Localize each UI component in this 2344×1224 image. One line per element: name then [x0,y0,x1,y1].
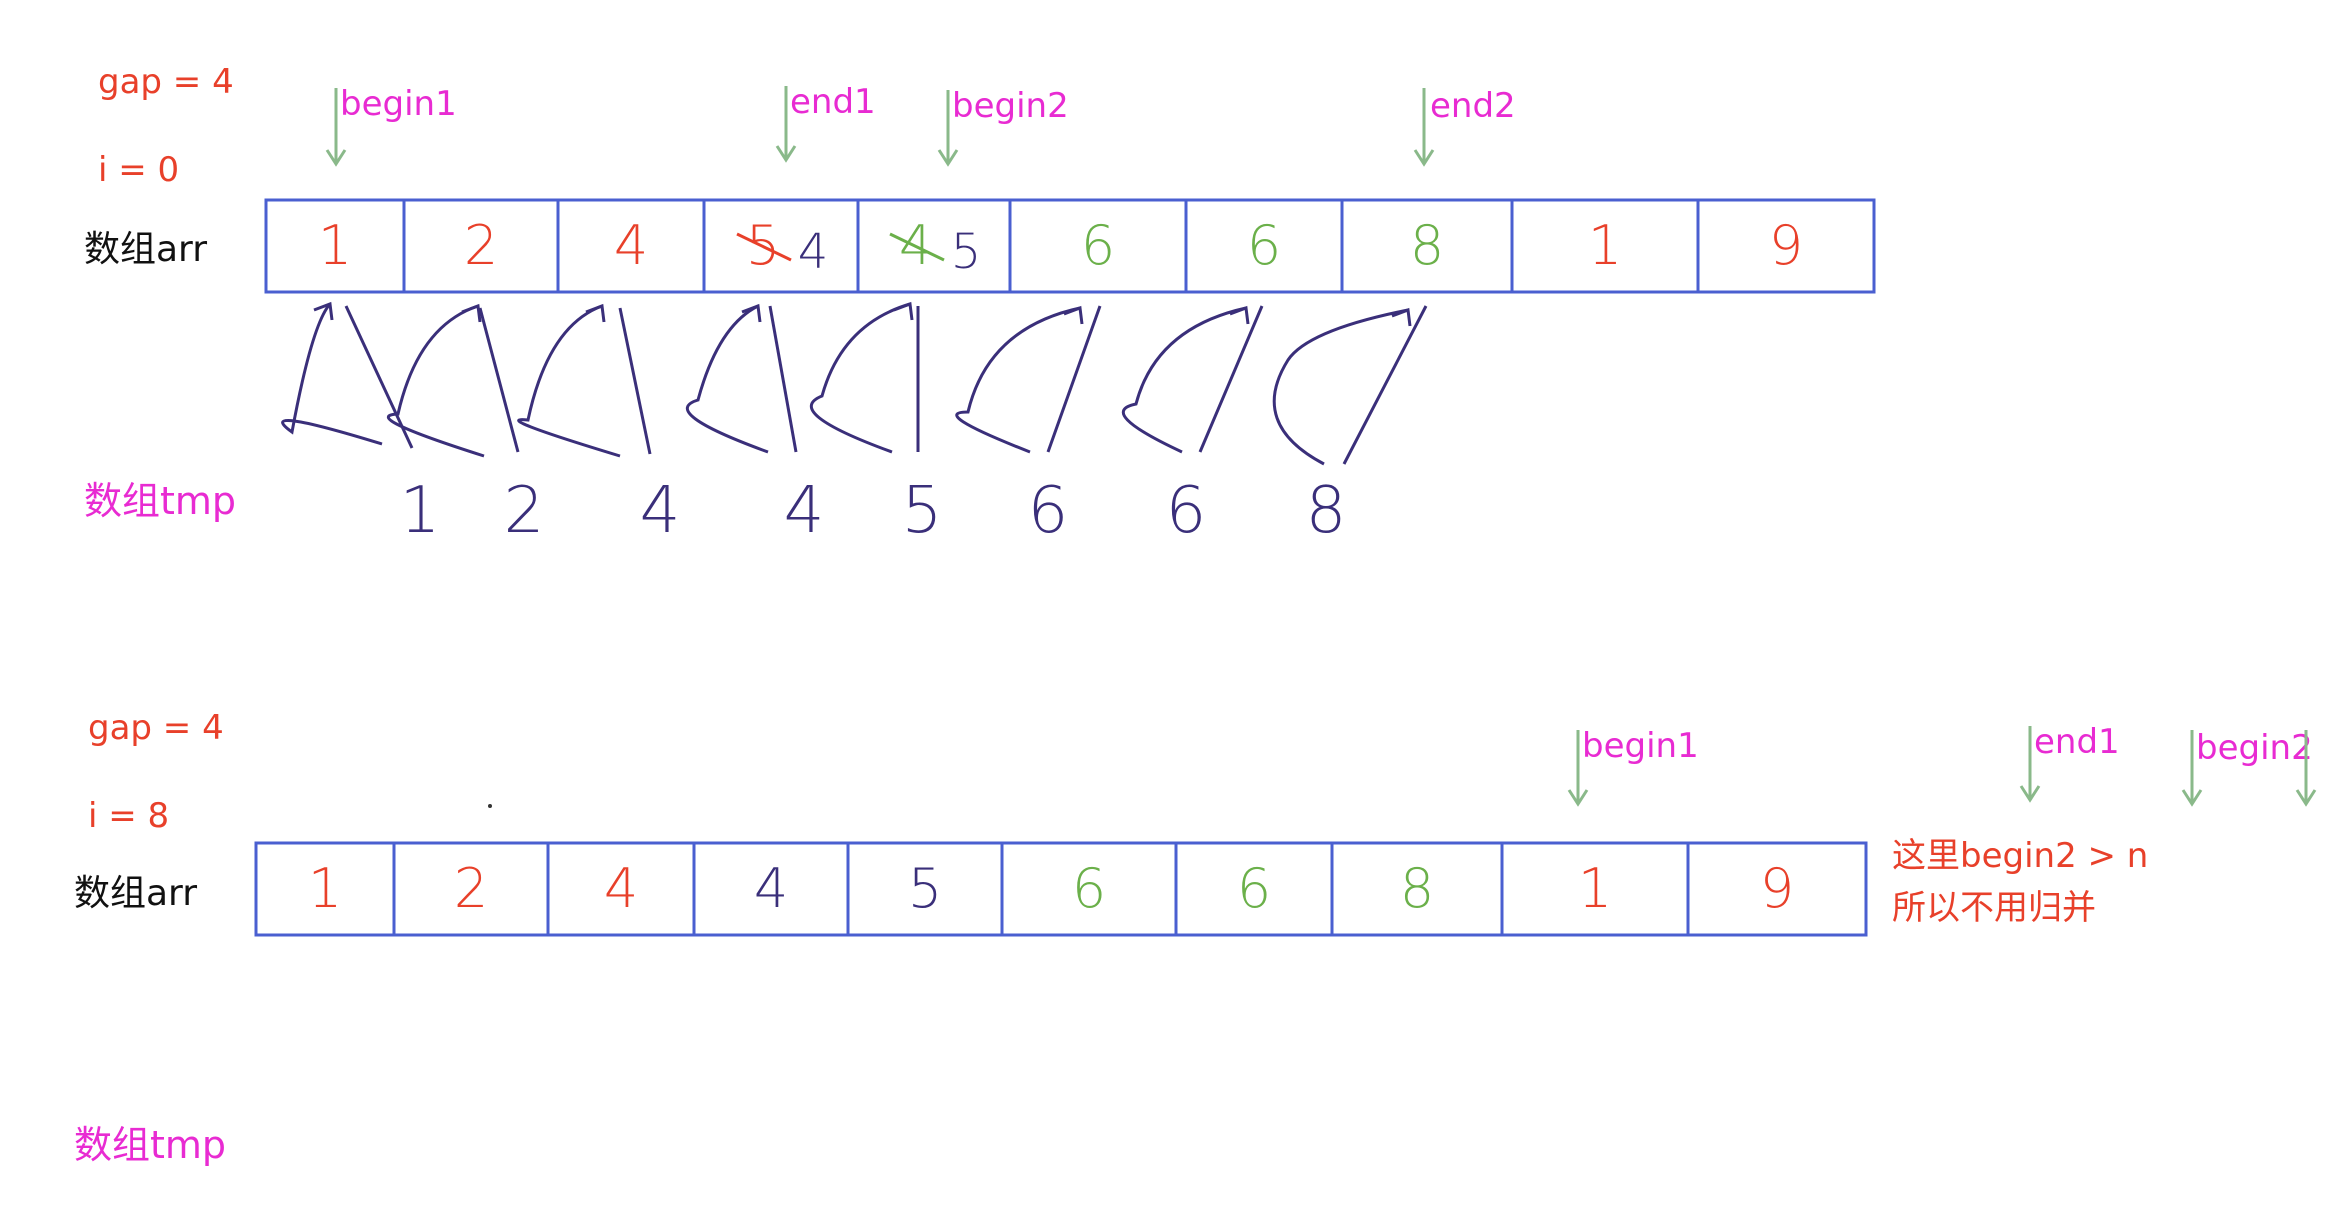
panel1-cell-replacement: 5 [951,224,982,280]
panel1-cell-value: 8 [1410,214,1444,277]
panel1-cell-value: 9 [1769,214,1803,277]
copy-curve [685,304,769,454]
panel1-tmp-value: 5 [902,474,943,548]
panel1-tmp-value: 4 [640,474,681,548]
copy-line [768,305,798,453]
panel1-tmp-value: 2 [504,474,545,548]
copy-curve [1272,308,1409,466]
panel1-cell-value: 2 [464,214,498,277]
panel1-tmp-value: 6 [1166,474,1207,548]
copy-curve [1122,306,1247,454]
copy-line [1342,305,1428,465]
copy-curve [281,302,383,446]
copy-curve [955,306,1081,454]
panel2-cell-value: 6 [1237,857,1271,920]
copy-curve [386,304,485,458]
copy-curve [809,302,911,454]
panel2-cell-value: 8 [1400,857,1434,920]
panel2-cell-value: 5 [908,857,942,920]
panel2-array-frame [254,841,1868,937]
panel1-tmp-value: 8 [1306,474,1347,548]
panel1-tmp-value: 4 [784,474,825,548]
copy-line [1046,305,1102,453]
panel1-cell-value: 6 [1247,214,1281,277]
copy-curve-head [893,301,914,321]
copy-curve [517,304,621,458]
panel2-cell-value: 4 [604,857,638,920]
stray-dot [488,804,492,808]
panel2-cell-value: 9 [1760,857,1794,920]
copy-line [478,307,520,453]
panel1-tmp-value: 1 [400,474,441,548]
panel1-cell-value: 4 [614,214,648,277]
panel2-cell-value: 6 [1072,857,1106,920]
panel1-cell-replacement: 4 [798,224,829,280]
panel2-cell-value: 2 [454,857,488,920]
copy-line [618,307,652,455]
panel1-cell-value: 1 [318,214,352,277]
panel1-tmp-value: 6 [1028,474,1069,548]
panel2-cell-value: 1 [1578,857,1612,920]
panel2-cell-value: 1 [308,857,342,920]
copy-line [1198,305,1264,453]
merge-diagram: 124544566819124456681912445668 [254,86,2317,937]
panel2-cell-value: 4 [754,857,788,920]
copy-curve-head [461,303,482,323]
panel1-cell-value: 1 [1588,214,1622,277]
panel1-array-frame [264,198,1876,294]
panel1-cell-value: 6 [1081,214,1115,277]
